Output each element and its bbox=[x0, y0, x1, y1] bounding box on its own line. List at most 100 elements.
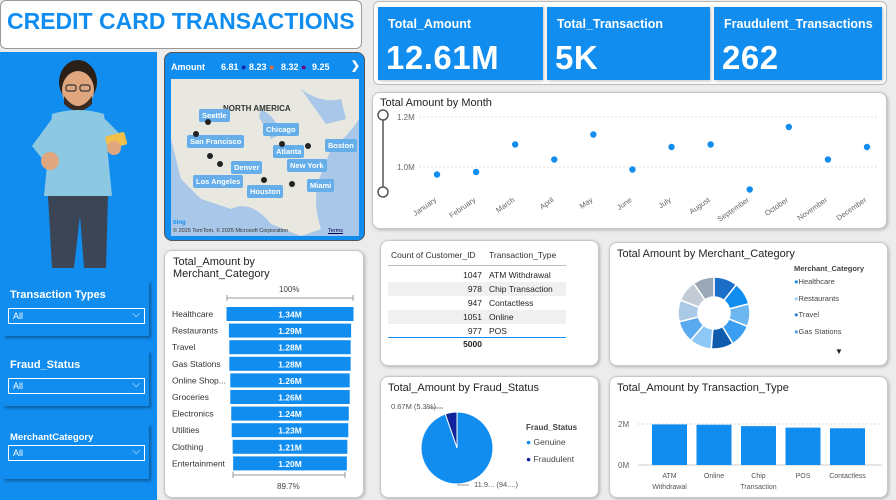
slicer-title: Fraud_Status bbox=[10, 359, 81, 371]
legend-item[interactable]: ●Gas Stations bbox=[794, 327, 841, 344]
y-tick-label: 1.0M bbox=[397, 163, 415, 172]
data-label: 1.20M bbox=[278, 459, 302, 469]
slicer-fraud-status[interactable]: Fraud_Status All ⌵ bbox=[3, 351, 149, 406]
legend-item[interactable]: ●Restaurants bbox=[794, 294, 841, 311]
data-label: 1.29M bbox=[278, 326, 302, 336]
slicer-value: All bbox=[13, 448, 24, 458]
map-point[interactable] bbox=[205, 119, 211, 125]
legend-item[interactable]: ● Fraudulent bbox=[526, 454, 574, 471]
y-tick-label: 2M bbox=[618, 420, 629, 429]
map-point[interactable] bbox=[217, 161, 223, 167]
map-title: Amount bbox=[171, 62, 205, 72]
table-header-divider bbox=[388, 265, 566, 266]
kpi-label: Fraudulent_Transactions bbox=[724, 17, 873, 31]
table-header-type[interactable]: Transaction_Type bbox=[489, 250, 556, 260]
table-row[interactable]: 977 POS bbox=[388, 324, 566, 338]
map-point[interactable] bbox=[193, 131, 199, 137]
table-cell-type: Chip Transaction bbox=[489, 284, 553, 294]
map-point[interactable] bbox=[305, 143, 311, 149]
legend-item[interactable]: ●Healthcare bbox=[794, 277, 841, 294]
data-label: 1.26M bbox=[278, 393, 302, 403]
map-terms-link[interactable]: Terms bbox=[328, 228, 343, 234]
chevron-down-icon: ⌵ bbox=[132, 309, 140, 320]
kpi-total-transaction[interactable]: Total_Transaction 5K bbox=[547, 7, 710, 80]
city-label: Seattle bbox=[199, 109, 230, 122]
x-tick-label: October bbox=[763, 195, 790, 218]
slicer-dropdown[interactable]: All ⌵ bbox=[8, 445, 145, 461]
kpi-value: 12.61M bbox=[386, 39, 500, 76]
x-tick-label: January bbox=[411, 195, 438, 218]
funnel-bracket bbox=[232, 472, 346, 478]
y-tick-label: 1.2M bbox=[397, 113, 415, 122]
data-point[interactable] bbox=[433, 171, 441, 178]
map-legend-item: 9.25 bbox=[312, 62, 330, 72]
type-bar-card[interactable]: Total_Amount by Transaction_Type 2M 0M A… bbox=[609, 376, 888, 498]
bar[interactable] bbox=[785, 427, 821, 465]
legend-scroll-down-icon[interactable]: ▼ bbox=[835, 347, 843, 356]
map-point[interactable] bbox=[279, 141, 285, 147]
chevron-down-icon: ⌵ bbox=[132, 446, 140, 457]
data-point[interactable] bbox=[590, 131, 597, 138]
type-bar-chart[interactable]: 2M 0M ATM Withdrawal Online Chip Transaction… bbox=[610, 377, 889, 499]
bing-logo: bing bbox=[173, 220, 186, 226]
month-chart-card[interactable]: Total Amount by Month 1.2M 1.0M January F… bbox=[372, 92, 887, 229]
table-row[interactable]: 947 Contactless bbox=[388, 296, 566, 310]
legend-label: Fraudulent bbox=[533, 454, 575, 464]
map-point[interactable] bbox=[261, 177, 267, 183]
legend-title: Fraud_Status bbox=[526, 423, 578, 432]
kpi-total-amount[interactable]: Total_Amount 12.61M bbox=[378, 7, 543, 80]
data-point[interactable] bbox=[511, 141, 519, 148]
chevron-right-icon[interactable]: ❯ bbox=[351, 59, 360, 72]
bar[interactable] bbox=[741, 426, 776, 465]
pie-slice[interactable] bbox=[420, 411, 494, 485]
category-label: Entertainment bbox=[172, 458, 226, 468]
data-point[interactable] bbox=[824, 156, 832, 163]
map-area[interactable]: NORTH AMERICA Seattle San Francisco Los … bbox=[171, 79, 359, 236]
bar[interactable] bbox=[830, 428, 865, 465]
slicer-transaction-types[interactable]: Transaction Types All ⌵ bbox=[3, 281, 149, 336]
legend-dot-icon: ● bbox=[526, 454, 534, 464]
bar[interactable] bbox=[652, 424, 687, 465]
table-row[interactable]: 1047 ATM Withdrawal bbox=[388, 268, 566, 282]
bar[interactable] bbox=[696, 424, 732, 465]
fraud-pie-card[interactable]: Total_Amount by Fraud_Status 0.67M (5.3%… bbox=[380, 376, 599, 498]
data-point[interactable] bbox=[551, 156, 558, 163]
legend-label: Gas Stations bbox=[798, 326, 842, 336]
map-point[interactable] bbox=[207, 153, 213, 159]
merchant-bar-card[interactable]: Total_Amount by Merchant_Category 100% H… bbox=[164, 250, 364, 498]
slicer-dropdown[interactable]: All ⌵ bbox=[8, 308, 145, 324]
table-cell-type: ATM Withdrawal bbox=[489, 270, 551, 280]
legend-label: Genuine bbox=[533, 437, 566, 447]
city-label: Boston bbox=[325, 139, 357, 152]
table-row[interactable]: 978 Chip Transaction bbox=[388, 282, 566, 296]
data-point[interactable] bbox=[629, 166, 636, 173]
slicer-merchant-category[interactable]: MerchantCategory All ⌵ bbox=[3, 424, 149, 479]
table-row[interactable]: 1051 Online bbox=[388, 310, 566, 324]
legend-item[interactable]: ● Genuine bbox=[526, 437, 574, 454]
transaction-table-card[interactable]: Count of Customer_ID Transaction_Type 10… bbox=[380, 240, 599, 366]
table-cell-type: Contactless bbox=[489, 298, 534, 308]
data-point[interactable] bbox=[707, 141, 714, 148]
merchant-bar-chart[interactable]: Healthcare 1.34M Restaurants 1.29M Travel 1.2… bbox=[165, 305, 365, 485]
data-point[interactable] bbox=[668, 143, 675, 151]
map-point[interactable] bbox=[289, 181, 295, 187]
kpi-fraudulent-transactions[interactable]: Fraudulent_Transactions 262 bbox=[714, 7, 882, 80]
map-card[interactable]: Amount 6.81 ● 8.23 ● 8.32 ● 9.25 ❯ NORTH… bbox=[164, 52, 365, 241]
range-slider-handle-bottom bbox=[377, 186, 389, 198]
legend-item[interactable]: ●Travel bbox=[794, 310, 841, 327]
category-label: Online Shop... bbox=[172, 375, 226, 385]
data-point[interactable] bbox=[746, 186, 753, 193]
donut-chart[interactable] bbox=[664, 263, 764, 363]
data-point[interactable] bbox=[863, 143, 871, 151]
legend-label: Healthcare bbox=[798, 277, 835, 286]
donut-card[interactable]: Total Amount by Merchant_Category Mercha… bbox=[609, 242, 888, 366]
map-header: Amount 6.81 ● 8.23 ● 8.32 ● 9.25 ❯ bbox=[165, 53, 364, 79]
table-cell-count: 1047 bbox=[463, 270, 482, 280]
data-point[interactable] bbox=[785, 123, 793, 131]
month-chart[interactable]: 1.2M 1.0M January February March April May Ju… bbox=[373, 93, 888, 230]
kpi-value: 5K bbox=[555, 39, 599, 76]
data-point[interactable] bbox=[472, 168, 480, 176]
table-header-count[interactable]: Count of Customer_ID bbox=[391, 250, 476, 260]
funnel-bottom-label: 89.7% bbox=[277, 482, 300, 491]
slicer-dropdown[interactable]: All ⌵ bbox=[8, 378, 145, 394]
